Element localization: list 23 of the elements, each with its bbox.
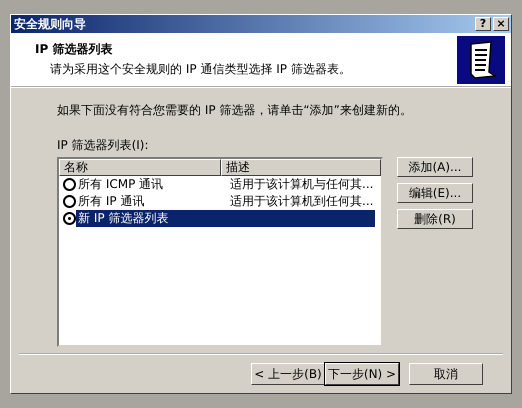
filter-name[interactable]: 所有 ICMP 通讯 [76, 176, 226, 193]
add-button[interactable]: 添加(A)... [397, 157, 473, 177]
help-button[interactable]: ? [475, 17, 491, 31]
window-title: 安全规则向导 [14, 16, 86, 32]
scroll-icon [457, 36, 505, 84]
close-button[interactable]: × [493, 17, 509, 31]
back-button[interactable]: < 上一步(B) [251, 363, 325, 385]
next-button[interactable]: 下一步(N) > [325, 363, 399, 385]
filter-description: 适用于该计算机到任何其... [229, 193, 374, 210]
instruction-text: 如果下面没有符合您需要的 IP 筛选器，请单击“添加”来创建新的。 [57, 102, 413, 119]
page-title: IP 筛选器列表 [35, 41, 114, 58]
cancel-button[interactable]: 取消 [409, 363, 483, 385]
radio-button[interactable] [63, 178, 76, 191]
column-header[interactable]: 名称 [59, 159, 221, 176]
radio-button[interactable] [63, 195, 76, 208]
filter-description: 适用于该计算机与任何其... [229, 176, 374, 193]
filter-name[interactable]: 所有 IP 通讯 [76, 193, 226, 210]
list-label: IP 筛选器列表(I): [57, 137, 150, 154]
page-subtitle: 请为采用这个安全规则的 IP 通信类型选择 IP 筛选器表。 [49, 61, 351, 78]
column-header[interactable]: 描述 [221, 159, 381, 176]
delete-button[interactable]: 删除(R) [397, 209, 473, 229]
filter-name[interactable]: 新 IP 筛选器列表 [76, 210, 375, 227]
edit-button[interactable]: 编辑(E)... [397, 183, 473, 203]
